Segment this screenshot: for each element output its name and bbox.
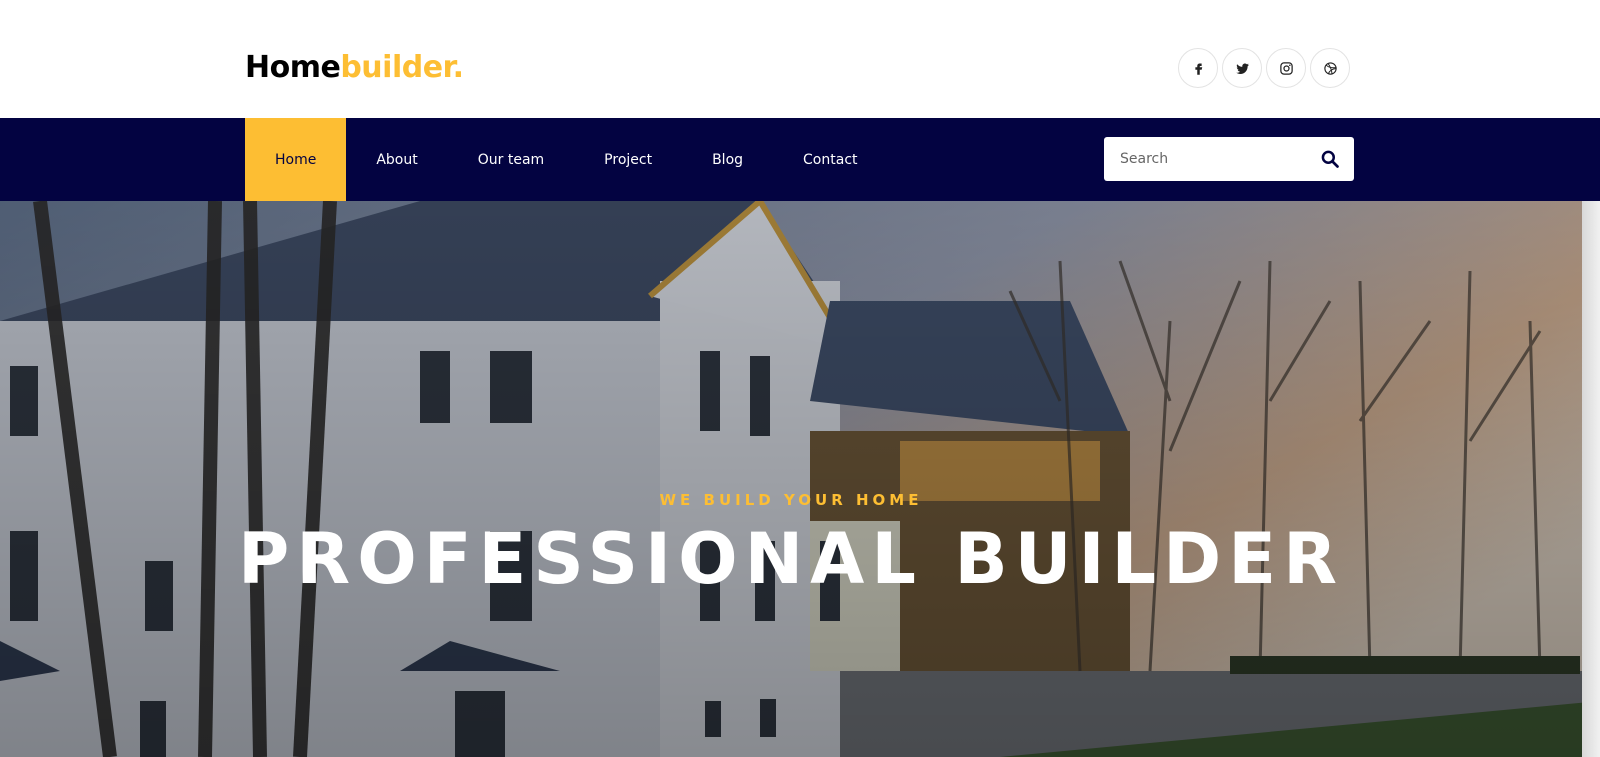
nav-item-our-team[interactable]: Our team — [448, 118, 574, 201]
dribbble-icon — [1323, 61, 1337, 75]
hero-title: PROFESSIONAL BUILDER — [238, 518, 1344, 600]
dribbble-link[interactable] — [1310, 48, 1350, 88]
hero-background-image — [0, 201, 1600, 757]
twitter-link[interactable] — [1222, 48, 1262, 88]
instagram-link[interactable] — [1266, 48, 1306, 88]
twitter-icon — [1235, 62, 1249, 74]
site-logo[interactable]: Homebuilder. — [245, 48, 464, 88]
nav-item-contact[interactable]: Contact — [773, 118, 887, 201]
nav-item-project[interactable]: Project — [574, 118, 682, 201]
hero-subtitle: WE BUILD YOUR HOME — [659, 491, 923, 509]
facebook-icon — [1194, 63, 1202, 75]
social-links — [1178, 48, 1350, 88]
search-icon[interactable] — [1320, 149, 1340, 169]
logo-main-text: Home — [245, 50, 341, 85]
nav-menu: Home About Our team Project Blog Contact — [245, 118, 888, 201]
main-navbar: Home About Our team Project Blog Contact — [0, 118, 1600, 201]
hero-slider-edge — [1582, 201, 1600, 757]
search-input[interactable] — [1104, 137, 1304, 181]
logo-accent-text: builder. — [340, 50, 464, 85]
facebook-link[interactable] — [1178, 48, 1218, 88]
nav-item-home[interactable]: Home — [245, 118, 347, 201]
hero-banner: WE BUILD YOUR HOME PROFESSIONAL BUILDER — [0, 201, 1600, 757]
instagram-icon — [1279, 61, 1293, 75]
nav-item-about[interactable]: About — [346, 118, 447, 201]
search-box — [1104, 137, 1354, 181]
top-header: Homebuilder. — [0, 0, 1600, 118]
nav-item-blog[interactable]: Blog — [682, 118, 773, 201]
